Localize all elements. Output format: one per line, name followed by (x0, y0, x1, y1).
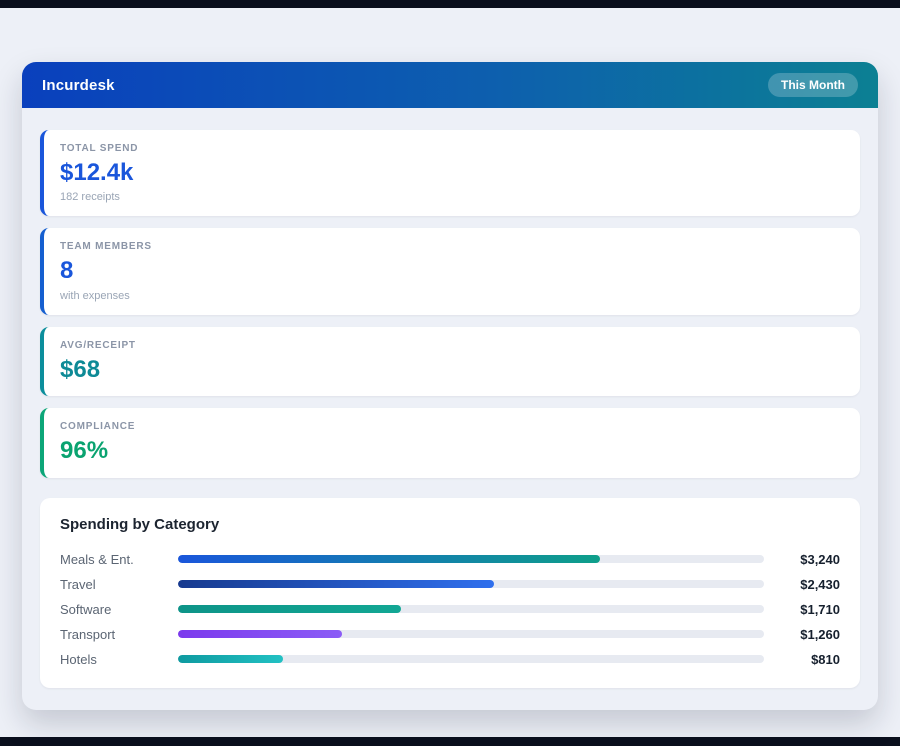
category-label: Transport (60, 627, 178, 642)
stat-subtext: 182 receipts (60, 191, 844, 203)
stat-value: $12.4k (60, 160, 844, 186)
stat-card: TEAM MEMBERS 8 with expenses (40, 228, 860, 314)
category-label: Hotels (60, 652, 178, 667)
stat-card: COMPLIANCE 96% (40, 408, 860, 477)
stat-label: TEAM MEMBERS (60, 241, 844, 252)
category-value: $2,430 (764, 577, 840, 592)
spending-by-category-card: Spending by Category Meals & Ent. $3,240 T… (40, 498, 860, 688)
category-value: $810 (764, 652, 840, 667)
bar-track (178, 555, 764, 563)
bar-fill (178, 655, 283, 663)
bar-track (178, 630, 764, 638)
content-area: TOTAL SPEND $12.4k 182 receipts TEAM MEMBER… (22, 108, 878, 710)
app-card: Incurdesk This Month TOTAL SPEND $12.4k 18… (22, 62, 878, 710)
bar-track (178, 605, 764, 613)
stat-value: $68 (60, 357, 844, 383)
stat-card: TOTAL SPEND $12.4k 182 receipts (40, 130, 860, 216)
this-month-badge[interactable]: This Month (768, 73, 858, 97)
bar-fill (178, 605, 401, 613)
bar-fill (178, 630, 342, 638)
category-row: Transport $1,260 (60, 622, 840, 647)
category-row: Meals & Ent. $3,240 (60, 547, 840, 572)
stat-label: TOTAL SPEND (60, 143, 844, 154)
category-row: Hotels $810 (60, 647, 840, 672)
stat-card: AVG/RECEIPT $68 (40, 327, 860, 396)
category-label: Software (60, 602, 178, 617)
category-value: $1,260 (764, 627, 840, 642)
category-value: $1,710 (764, 602, 840, 617)
bar-fill (178, 555, 600, 563)
stat-subtext: with expenses (60, 290, 844, 302)
stat-value: 8 (60, 258, 844, 284)
category-row: Software $1,710 (60, 597, 840, 622)
bar-track (178, 580, 764, 588)
page-background: Incurdesk This Month TOTAL SPEND $12.4k 18… (0, 8, 900, 737)
category-rows: Meals & Ent. $3,240 Travel $2,430 Software $1… (60, 547, 840, 672)
stat-label: COMPLIANCE (60, 421, 844, 432)
category-label: Travel (60, 577, 178, 592)
app-title: Incurdesk (42, 77, 115, 94)
bar-track (178, 655, 764, 663)
stat-label: AVG/RECEIPT (60, 340, 844, 351)
bar-fill (178, 580, 494, 588)
app-header: Incurdesk This Month (22, 62, 878, 108)
category-value: $3,240 (764, 552, 840, 567)
stat-value: 96% (60, 438, 844, 464)
stats-list: TOTAL SPEND $12.4k 182 receipts TEAM MEMBER… (40, 130, 860, 478)
section-title: Spending by Category (60, 516, 840, 533)
category-label: Meals & Ent. (60, 552, 178, 567)
category-row: Travel $2,430 (60, 572, 840, 597)
